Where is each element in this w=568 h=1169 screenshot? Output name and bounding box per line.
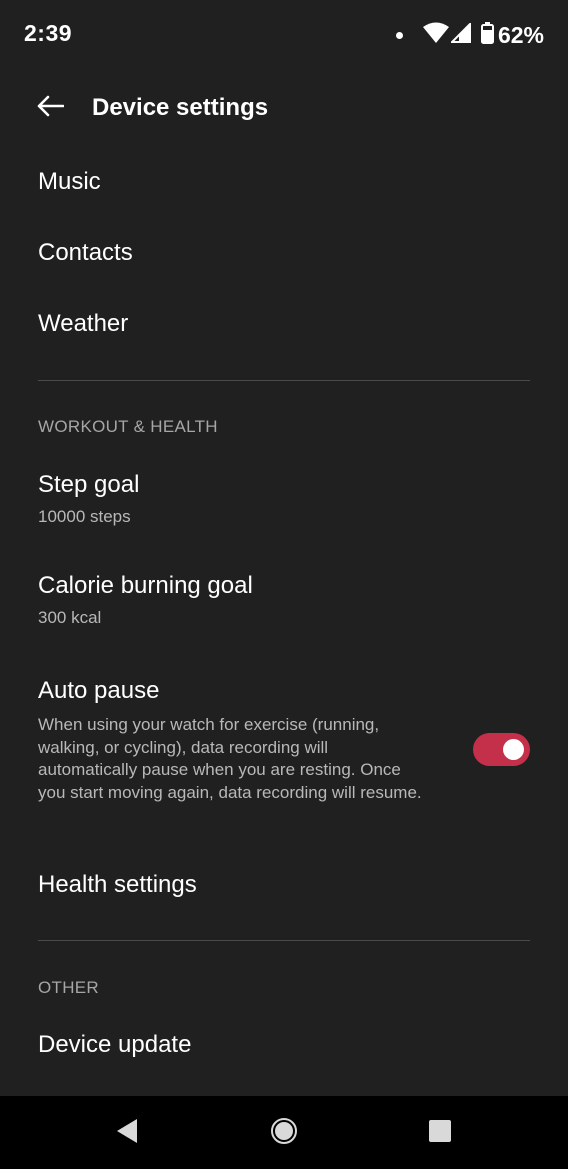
status-time: 2:39 — [24, 20, 73, 46]
list-item-label: Weather — [38, 310, 129, 337]
app-bar: Device settings — [0, 72, 568, 144]
nav-home-icon — [270, 1117, 298, 1150]
nav-back-button[interactable] — [112, 1118, 142, 1148]
list-item-auto-pause[interactable]: Auto pause When using your watch for exe… — [38, 676, 530, 804]
list-item-health-settings[interactable]: Health settings — [38, 870, 530, 900]
step-goal-title: Step goal — [38, 471, 140, 498]
section-header-other: OTHER — [38, 978, 99, 997]
list-item-contacts[interactable]: Contacts — [38, 238, 530, 268]
list-item-device-update[interactable]: Device update — [38, 1030, 530, 1060]
health-settings-title: Health settings — [38, 871, 197, 898]
list-item-label: Music — [38, 168, 101, 195]
list-item-music[interactable]: Music — [38, 167, 530, 197]
status-icons: 62% — [395, 20, 544, 50]
device-settings-screen: 2:39 62% Device settings Music Contacts … — [0, 0, 568, 1169]
device-update-title: Device update — [38, 1031, 192, 1058]
auto-pause-description: When using your watch for exercise (runn… — [38, 715, 422, 802]
toggle-knob — [503, 739, 524, 760]
list-item-step-goal[interactable]: Step goal 10000 steps — [38, 470, 530, 528]
section-divider — [38, 380, 530, 381]
list-item-weather[interactable]: Weather — [38, 309, 530, 339]
page-title: Device settings — [92, 94, 269, 121]
nav-recents-icon — [428, 1119, 452, 1148]
calorie-goal-value: 300 kcal — [38, 608, 102, 627]
signal-icon — [449, 21, 471, 48]
auto-pause-title: Auto pause — [38, 677, 160, 704]
nav-home-button[interactable] — [269, 1117, 299, 1150]
arrow-back-icon — [36, 95, 65, 122]
auto-pause-toggle[interactable] — [473, 733, 530, 766]
section-header-workout-health: WORKOUT & HEALTH — [38, 417, 218, 436]
nav-back-icon — [115, 1118, 139, 1149]
wifi-icon — [422, 22, 449, 49]
nav-recents-button[interactable] — [425, 1118, 455, 1148]
battery-percentage: 62% — [497, 21, 544, 48]
list-item-calorie-goal[interactable]: Calorie burning goal 300 kcal — [38, 571, 530, 629]
list-item-label: Contacts — [38, 239, 133, 266]
section-divider — [38, 940, 530, 941]
battery-icon — [480, 21, 494, 49]
back-button[interactable] — [30, 90, 70, 126]
step-goal-value: 10000 steps — [38, 507, 131, 526]
calorie-goal-title: Calorie burning goal — [38, 572, 253, 599]
notification-dot-icon — [395, 31, 403, 39]
system-nav-bar — [0, 1096, 568, 1169]
status-bar: 2:39 62% — [0, 0, 568, 70]
